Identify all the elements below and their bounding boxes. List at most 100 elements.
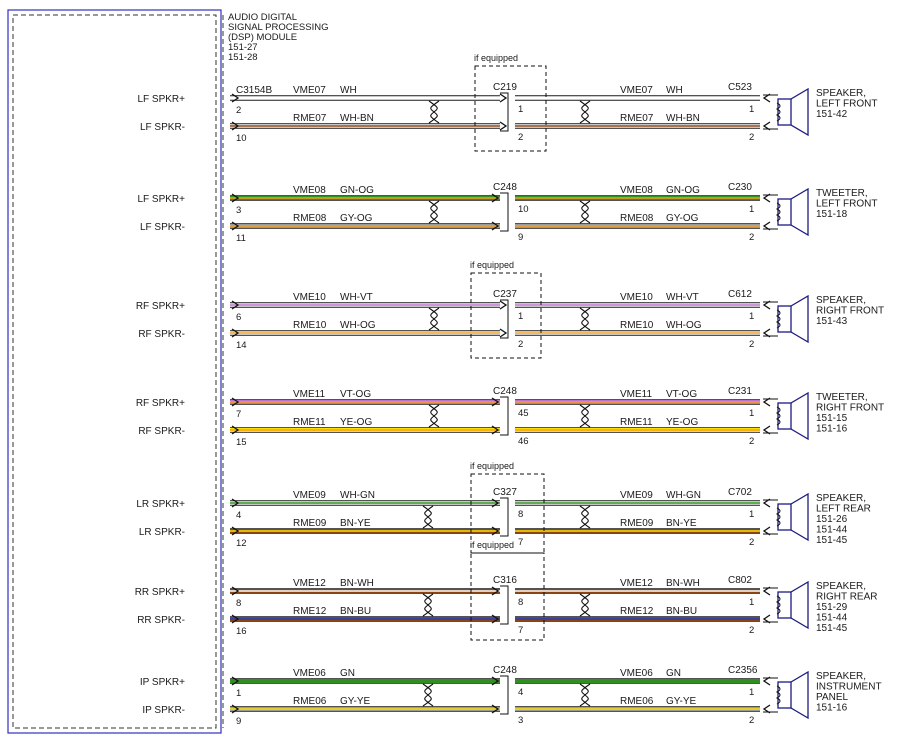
wire-color-code: WH-VT [340,292,373,303]
if-equipped-label: if equipped [474,53,518,63]
dsp-pin-number: 16 [236,626,247,637]
dsp-output-label: LR SPKR+ [136,499,185,510]
connector-ramp [500,192,509,232]
dsp-module-outer [7,9,222,734]
device-name-line: 151-43 [816,316,848,327]
device-name-line: RIGHT REAR [816,592,878,603]
inline-pin-number: 10 [518,204,529,215]
device-pin-number: 1 [749,597,754,608]
inline-pin-number: 8 [518,597,523,608]
twisted-pair-marker [579,505,591,529]
circuit-number: RME11 [620,417,653,428]
device-name-line: TWEETER, [816,188,868,199]
if-equipped-label: if equipped [470,540,514,550]
device-connector-label: C523 [728,82,752,93]
circuit-number: RME10 [293,320,327,331]
dsp-pin-number: 7 [236,409,241,420]
circuit-number: RME12 [293,606,327,617]
twisted-pair-marker [422,593,434,617]
speaker-cone [790,87,809,137]
connector-pin-arrow [499,300,508,310]
circuit-group: RR SPKR+ 8 VME12 BN-WH VME12 BN-WH 8 1 RR SPKR- 1… [135,540,878,641]
wire-color-code: WH-OG [666,320,702,331]
dsp-output-label: LF SPKR+ [137,194,185,205]
dsp-pin-number: 9 [236,716,241,727]
dsp-pin-number: 15 [236,437,247,448]
dsp-output-label: RF SPKR- [138,426,185,437]
twisted-pair-marker [579,683,591,707]
dsp-output-label: LF SPKR- [140,222,185,233]
circuit-number: VME09 [620,490,653,501]
device-pin-number: 1 [749,104,754,115]
inline-pin-number: 2 [518,339,523,350]
device-connector-label: C2356 [728,665,758,676]
inline-pin-number: 1 [518,104,523,115]
circuit-number: VME06 [293,668,326,679]
inline-connector-label: C248 [493,665,517,676]
inline-pin-number: 46 [518,436,529,447]
circuit-number: RME08 [293,213,327,224]
dsp-pin-number: 3 [236,205,241,216]
device-name-line: 151-44 [816,613,848,624]
circuit-number: VME07 [293,85,326,96]
dsp-pin-number: 6 [236,312,241,323]
circuit-number: VME09 [293,490,326,501]
wire-color-code: YE-OG [340,417,372,428]
wire-color-code: WH-GN [666,490,701,501]
device-connector-label: C231 [728,386,752,397]
circuit-number: RME11 [293,417,326,428]
circuit-number: VME11 [293,389,325,400]
circuit-number: RME10 [620,320,654,331]
device-name-line: 151-44 [816,525,848,536]
circuit-number: RME09 [293,518,327,529]
dsp-output-label: RF SPKR+ [136,398,185,409]
dsp-pin-number: 2 [236,105,241,116]
device-name-line: LEFT REAR [816,504,871,515]
circuit-number: RME08 [620,213,654,224]
device-connector-label: C802 [728,575,752,586]
circuit-groups: LF SPKR+2VME07 WH VME07 WH1 1LF SPKR-10RME07… [135,53,884,727]
connector-ramp [500,585,509,625]
device-name-line: SPEAKER, [816,493,866,504]
inline-pin-number: 2 [518,132,523,143]
inline-pin-number: 7 [518,625,523,636]
twisted-pair-marker [428,200,440,224]
dsp-output-label: RR SPKR+ [135,587,185,598]
device-pin-number: 2 [749,339,754,350]
inline-pin-number: 1 [518,311,523,322]
inline-pin-number: 8 [518,509,523,520]
circuit-number: VME11 [620,389,652,400]
wire-color-code: WH-VT [666,292,699,303]
dsp-output-label: LF SPKR+ [137,94,185,105]
circuit-number: RME07 [293,113,327,124]
twisted-pair-marker [428,307,440,331]
device-pin-number: 2 [749,625,754,636]
circuit-number: VME12 [620,578,653,589]
inline-connector-label: C316 [493,575,517,586]
device-name-line: RIGHT FRONT [816,403,884,414]
speaker-cone [790,294,809,344]
device-name-line: SPEAKER, [816,295,866,306]
wire-color-code: BN-WH [340,578,374,589]
twisted-pair-marker [579,593,591,617]
inline-connector-label: C219 [493,82,517,93]
wire-color-code: WH [340,85,357,96]
if-equipped-label: if equipped [470,461,514,471]
wire-color-code: GN-OG [340,185,374,196]
speaker-icon [763,294,809,344]
connector-pin-arrow [499,328,508,338]
dsp-pin-number: 10 [236,133,247,144]
wire-color-code: GY-OG [340,213,373,224]
speaker-icon [763,87,809,137]
device-name-line: PANEL [816,692,848,703]
connector-pin-arrow [499,93,508,103]
speaker-icon [763,670,809,720]
circuit-number: VME08 [293,185,326,196]
twisted-pair-marker [579,200,591,224]
circuit-number: RME12 [620,606,654,617]
device-name-line: 151-16 [816,424,848,435]
circuit-number: VME10 [620,292,653,303]
device-pin-number: 2 [749,132,754,143]
connector-ramp [500,497,509,537]
if-equipped-label: if equipped [470,260,514,270]
